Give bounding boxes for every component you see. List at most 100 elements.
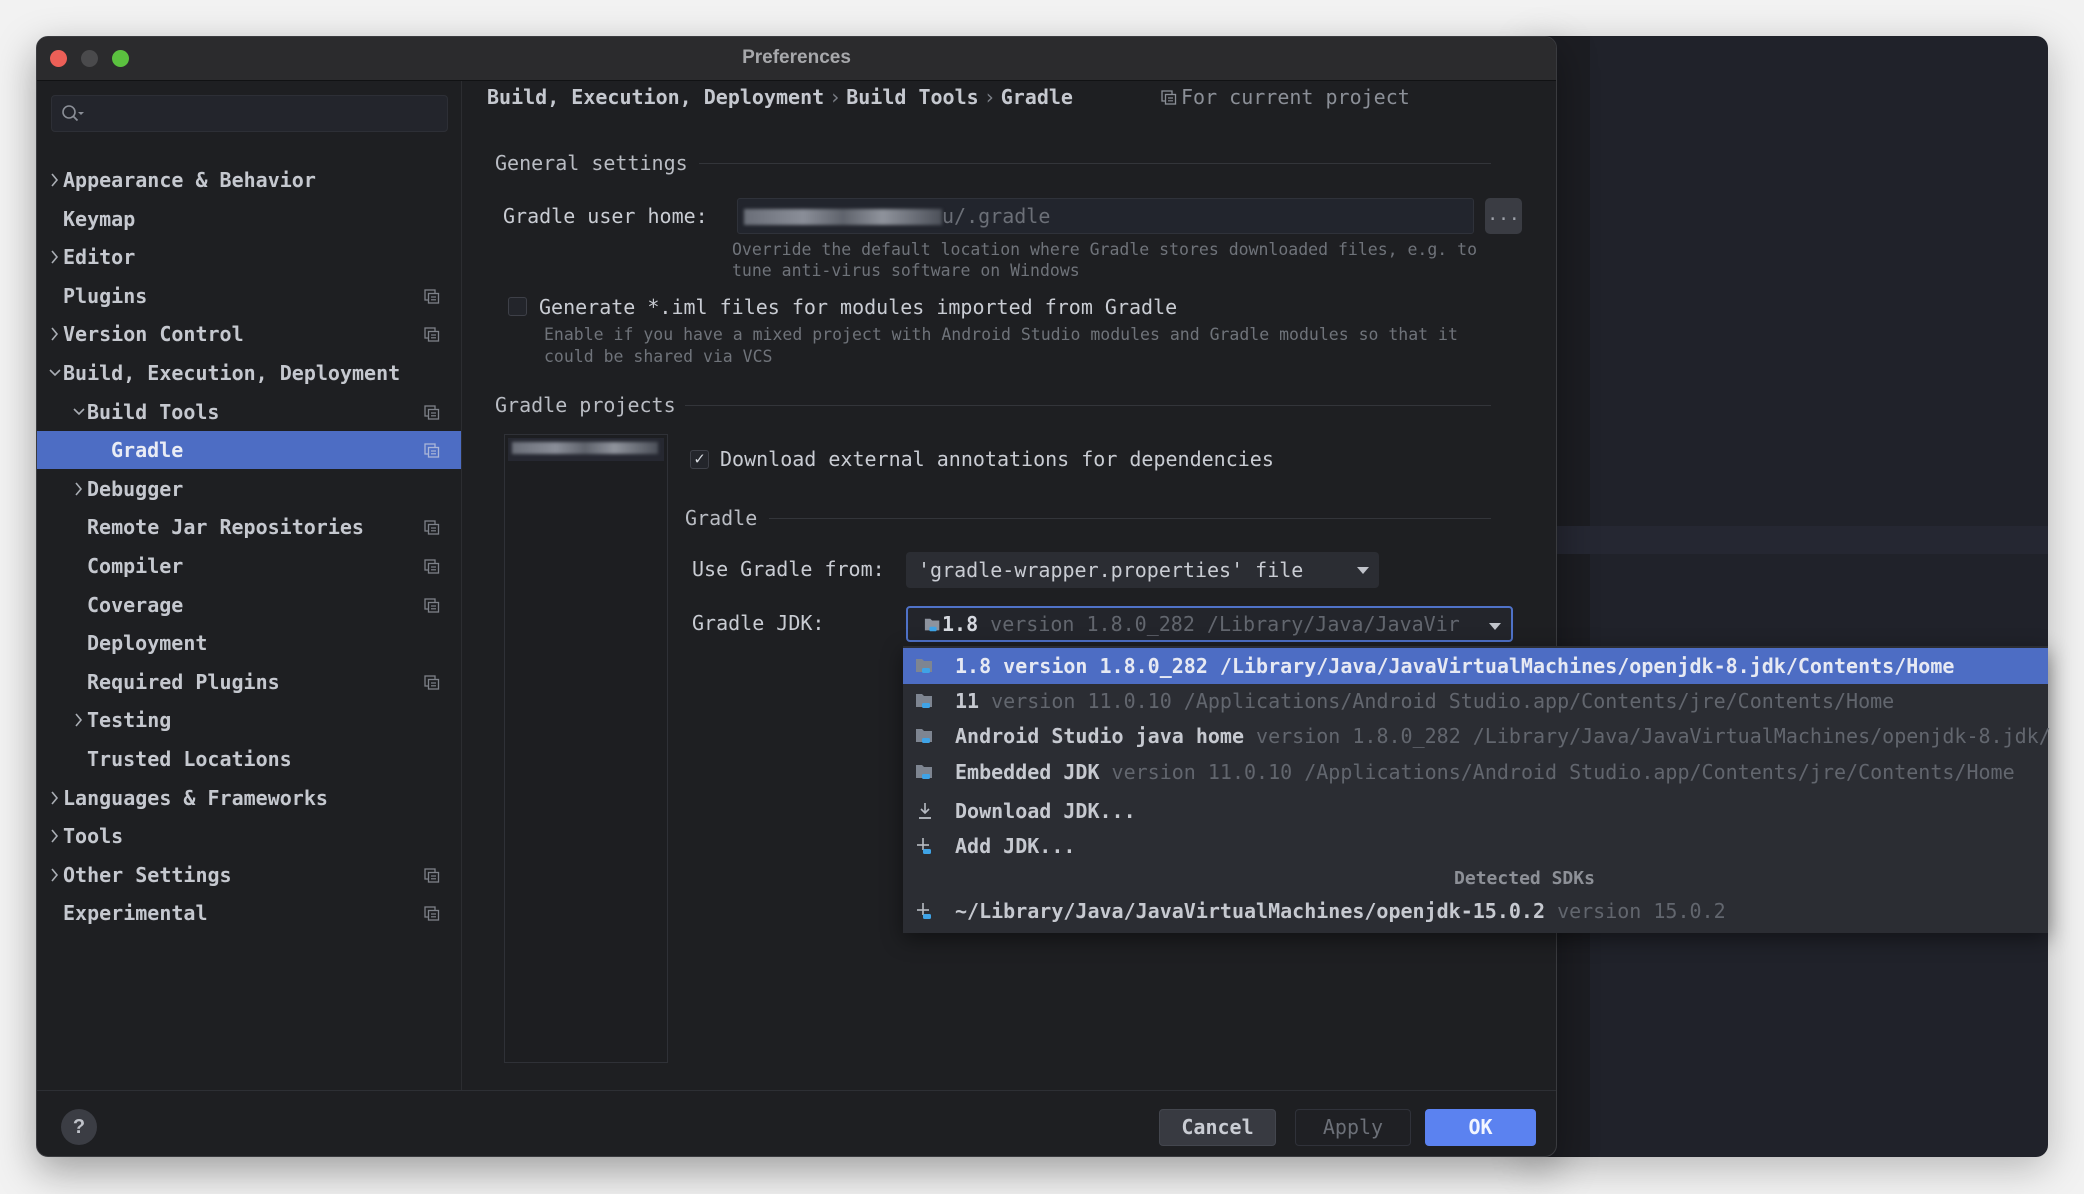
sidebar-item[interactable]: Languages & Frameworks — [37, 779, 461, 817]
use-gradle-from-dropdown[interactable]: 'gradle-wrapper.properties' file — [906, 552, 1379, 588]
jdk-option-name: 1.8 — [955, 654, 992, 678]
sidebar-item[interactable]: Debugger — [37, 470, 461, 508]
project-level-icon — [1161, 90, 1177, 105]
sidebar-item[interactable]: Experimental — [37, 894, 461, 932]
generate-iml-checkbox[interactable] — [508, 297, 527, 316]
sidebar-item[interactable]: Other Settings — [37, 856, 461, 894]
jdk-dropdown-popup: 1.8 version 1.8.0_282 /Library/Java/Java… — [903, 646, 2051, 933]
project-level-icon — [424, 520, 440, 536]
settings-sidebar: Appearance & Behavior Keymap Editor Plugins… — [37, 81, 462, 1091]
gradle-project-item[interactable] — [508, 438, 664, 461]
scope-label: For current project — [1181, 85, 1410, 109]
gradle-projects-header: Gradle projects — [495, 393, 676, 417]
jdk-option-details: version 1.8.0_282 /Library/Java/JavaVirt… — [1256, 724, 2051, 748]
sidebar-item[interactable]: Gradle — [37, 431, 461, 470]
sidebar-item[interactable]: Required Plugins — [37, 663, 461, 701]
apply-button[interactable]: Apply — [1295, 1109, 1411, 1146]
sidebar-item-label: Languages & Frameworks — [63, 785, 328, 810]
gradle-user-home-input[interactable]: u/.gradle — [737, 198, 1474, 234]
project-level-icon — [424, 675, 440, 690]
gradle-jdk-dropdown[interactable]: 1.8 version 1.8.0_282 /Library/Java/Java… — [906, 606, 1513, 642]
jdk-option-name: Embedded JDK — [955, 760, 1100, 784]
search-icon — [62, 105, 84, 122]
jdk-option-details: version 11.0.10 /Applications/Android St… — [991, 689, 1895, 713]
sidebar-item-label: Other Settings — [63, 862, 232, 887]
sidebar-item[interactable]: Version Control — [37, 315, 461, 353]
breadcrumb-item[interactable]: Build Tools — [846, 85, 978, 109]
jdk-option-label: ~/Library/Java/JavaVirtualMachines/openj… — [955, 893, 1726, 929]
jdk-option-name: Android Studio java home — [955, 724, 1244, 748]
sidebar-item-label: Appearance & Behavior — [63, 168, 316, 192]
sidebar-item-label: Build Tools — [87, 399, 220, 424]
add-jdk-icon — [917, 903, 931, 919]
footer-separator — [37, 1090, 1556, 1091]
sidebar-item[interactable]: Keymap — [37, 200, 461, 238]
use-gradle-from-value: 'gradle-wrapper.properties' file — [918, 558, 1304, 582]
sidebar-item-label: Build, Execution, Deployment — [63, 361, 401, 385]
dropdown-arrow-icon — [1357, 567, 1369, 574]
chevron-down-icon[interactable] — [71, 393, 87, 431]
jdk-option[interactable]: 11 version 11.0.10 /Applications/Android… — [903, 683, 2048, 719]
jdk-option[interactable]: Android Studio java home version 1.8.0_2… — [903, 718, 2051, 754]
jdk-option[interactable]: Embedded JDK version 11.0.10 /Applicatio… — [903, 754, 2048, 790]
add-jdk-icon — [917, 838, 931, 854]
project-level-icon — [424, 597, 440, 613]
jdk-option[interactable]: 1.8 version 1.8.0_282 /Library/Java/Java… — [903, 648, 2048, 684]
gradle-section-header: Gradle — [685, 506, 758, 530]
jdk-option[interactable]: Add JDK... — [903, 828, 2048, 864]
download-annotations-label[interactable]: Download external annotations for depend… — [720, 447, 1274, 471]
project-level-icon — [424, 906, 440, 922]
sidebar-item[interactable]: Coverage — [37, 586, 461, 624]
chevron-right-icon[interactable] — [47, 779, 63, 817]
project-level-icon — [424, 559, 440, 574]
breadcrumb-item: Gradle — [1000, 85, 1073, 109]
sidebar-item[interactable]: Editor — [37, 238, 461, 276]
gradle-projects-list[interactable] — [504, 434, 668, 1063]
breadcrumb: Build, Execution, Deployment › Build Tools… — [487, 85, 1073, 109]
help-button[interactable]: ? — [61, 1109, 97, 1145]
detected-sdks-header: Detected SDKs — [1454, 868, 1595, 889]
generate-iml-label[interactable]: Generate *.iml files for modules importe… — [539, 295, 1177, 319]
sidebar-item[interactable]: Testing — [37, 701, 461, 739]
sidebar-item-label: Gradle — [111, 438, 184, 463]
chevron-right-icon[interactable] — [71, 470, 87, 508]
sidebar-item[interactable]: Build, Execution, Deployment — [37, 354, 461, 392]
title-bar[interactable]: Preferences — [37, 37, 1556, 81]
sidebar-item-label: Plugins — [63, 283, 148, 308]
chevron-right-icon[interactable] — [47, 817, 63, 855]
jdk-option-details: version 11.0.10 /Applications/Android St… — [1111, 760, 2015, 784]
redacted-path — [744, 209, 942, 225]
sidebar-item[interactable]: Compiler — [37, 547, 461, 585]
browse-button[interactable]: ... — [1485, 198, 1522, 234]
project-level-icon — [424, 289, 440, 304]
chevron-right-icon[interactable] — [47, 856, 63, 894]
jdk-option-label: 11 version 11.0.10 /Applications/Android… — [955, 683, 1894, 719]
sidebar-item[interactable]: Trusted Locations — [37, 740, 461, 778]
sidebar-item[interactable]: Build Tools — [37, 393, 461, 431]
sidebar-item[interactable]: Tools — [37, 817, 461, 855]
download-annotations-checkbox[interactable]: ✓ — [690, 450, 709, 469]
chevron-down-icon[interactable] — [47, 354, 63, 392]
jdk-option[interactable]: ~/Library/Java/JavaVirtualMachines/openj… — [903, 893, 2048, 929]
use-gradle-from-label: Use Gradle from: — [692, 557, 885, 581]
sidebar-item[interactable]: Remote Jar Repositories — [37, 508, 461, 546]
background-ide-window — [1530, 36, 2048, 1157]
jdk-option-name: Add JDK... — [955, 834, 1076, 858]
chevron-right-icon[interactable] — [71, 701, 87, 739]
sidebar-item[interactable]: Appearance & Behavior — [37, 161, 461, 199]
sidebar-item[interactable]: Deployment — [37, 624, 461, 662]
chevron-right-icon[interactable] — [47, 315, 63, 353]
sidebar-item[interactable]: Plugins — [37, 277, 461, 315]
sidebar-item-label: Trusted Locations — [87, 747, 292, 771]
chevron-right-icon[interactable] — [47, 161, 63, 199]
window-title: Preferences — [742, 47, 851, 68]
chevron-right-icon[interactable] — [47, 238, 63, 276]
jdk-option-label: 1.8 version 1.8.0_282 /Library/Java/Java… — [955, 648, 1954, 684]
settings-search-input[interactable] — [51, 95, 448, 132]
cancel-button[interactable]: Cancel — [1159, 1109, 1276, 1146]
jdk-option[interactable]: Download JDK... — [903, 793, 2048, 829]
ok-button[interactable]: OK — [1425, 1109, 1536, 1146]
breadcrumb-item[interactable]: Build, Execution, Deployment — [487, 85, 824, 109]
sidebar-item-label: Compiler — [87, 554, 184, 578]
sidebar-item-label: Experimental — [63, 901, 208, 926]
